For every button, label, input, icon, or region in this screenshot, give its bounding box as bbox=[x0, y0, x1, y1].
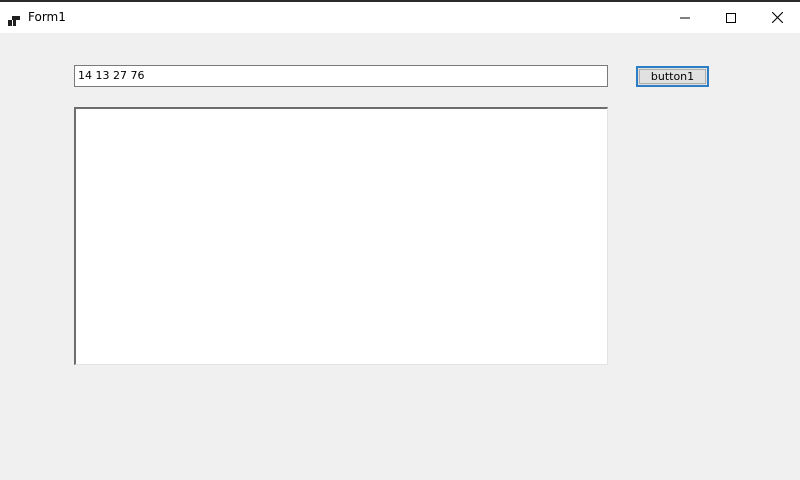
output-listbox[interactable] bbox=[74, 107, 608, 365]
input-textbox[interactable]: 14 13 27 76 bbox=[74, 65, 608, 87]
button1[interactable]: button1 bbox=[636, 66, 709, 87]
close-icon bbox=[771, 8, 783, 27]
close-button[interactable] bbox=[754, 2, 800, 33]
minimize-icon bbox=[680, 8, 690, 27]
form1-window: Form1 14 13 27 76 button1 bbox=[0, 0, 800, 480]
minimize-button[interactable] bbox=[662, 2, 708, 33]
form-app-icon[interactable] bbox=[8, 11, 20, 26]
title-bar[interactable]: Form1 bbox=[0, 2, 800, 33]
maximize-button[interactable] bbox=[708, 2, 754, 33]
window-title: Form1 bbox=[28, 10, 66, 24]
button1-label: button1 bbox=[650, 70, 695, 83]
maximize-icon bbox=[726, 8, 736, 27]
